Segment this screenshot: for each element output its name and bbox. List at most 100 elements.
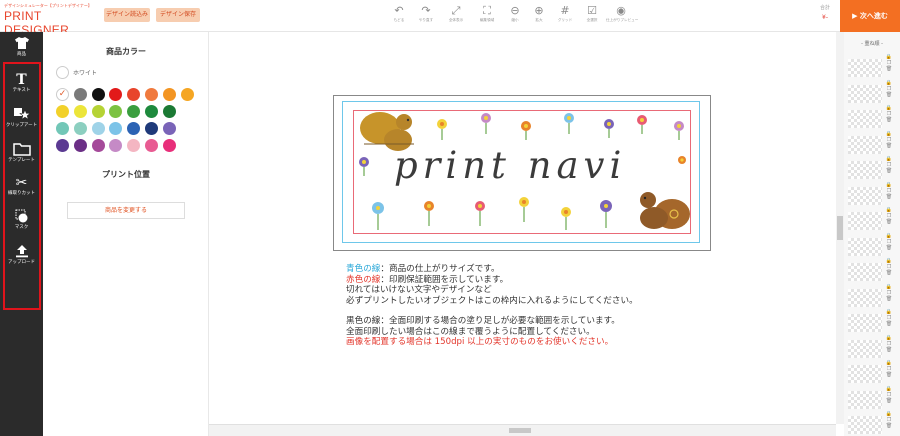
select-all-icon: ☑: [587, 4, 597, 17]
layer-controls: 🔒 ❐ 🗑: [885, 360, 893, 378]
preview-button[interactable]: ◉ 仕上がりプレビュー: [606, 4, 638, 22]
layer-controls: 🔒 ❐ 🗑: [885, 131, 893, 149]
color-swatch[interactable]: [73, 139, 87, 152]
trash-icon[interactable]: 🗑: [885, 347, 893, 353]
trash-icon[interactable]: 🗑: [885, 423, 893, 429]
lock-icon[interactable]: 🔒: [885, 182, 893, 188]
select-all-label: 全選択: [586, 18, 598, 22]
layer-thumbnail[interactable]: [848, 263, 882, 281]
fit-screen-button[interactable]: ⤢ 全体表示: [441, 4, 471, 22]
trash-icon[interactable]: 🗑: [885, 398, 893, 404]
lock-icon[interactable]: 🔒: [885, 386, 893, 392]
color-swatch[interactable]: [162, 88, 176, 101]
layer-thumbnail[interactable]: [848, 390, 882, 409]
fit-screen-icon: ⤢: [451, 4, 461, 17]
white-swatch[interactable]: [56, 66, 69, 79]
selected-check-icon[interactable]: ✓: [56, 88, 69, 101]
color-swatch[interactable]: [127, 139, 141, 152]
layer-thumbnail[interactable]: [848, 84, 882, 103]
lock-icon[interactable]: 🔒: [885, 80, 893, 86]
color-swatch[interactable]: [145, 139, 158, 152]
color-swatch[interactable]: [91, 139, 105, 152]
layer-thumbnail[interactable]: [848, 212, 882, 230]
layer-thumbnail[interactable]: [848, 288, 882, 307]
grid-label: グリッド: [557, 18, 573, 22]
layer-thumbnail[interactable]: [848, 135, 882, 154]
layer-thumbnail[interactable]: [848, 186, 882, 205]
layer-controls: 🔒 ❐ 🗑: [885, 156, 893, 174]
design-canvas[interactable]: print navi 青色の線：商品の仕上がりサイズです。 赤色の線：印刷保証範…: [209, 32, 836, 424]
trash-icon[interactable]: 🗑: [885, 245, 893, 251]
color-swatch[interactable]: [109, 105, 123, 118]
color-swatch[interactable]: [127, 122, 141, 135]
vertical-scroll-thumb[interactable]: [837, 216, 843, 240]
vertical-scrollbar[interactable]: [836, 32, 844, 424]
color-swatch[interactable]: [127, 88, 141, 101]
trash-icon[interactable]: 🗑: [885, 219, 893, 225]
lock-icon[interactable]: 🔒: [885, 131, 893, 137]
select-all-button[interactable]: ☑ 全選択: [577, 4, 607, 22]
sidebar-item-product[interactable]: 商品: [0, 36, 43, 58]
color-swatch[interactable]: [73, 122, 87, 135]
trash-icon[interactable]: 🗑: [885, 117, 893, 123]
layer-thumbnail[interactable]: [848, 59, 882, 77]
layer-thumbnail[interactable]: [848, 237, 882, 256]
layer-thumbnail[interactable]: [848, 365, 882, 383]
design-load-button[interactable]: デザイン読込み: [104, 8, 150, 22]
note-line-6: 全面印刷したい場合はこの線まで覆うように配置してください。: [346, 326, 595, 337]
color-swatch[interactable]: [91, 122, 105, 135]
layer-thumbnail[interactable]: [848, 416, 882, 434]
trash-icon[interactable]: 🗑: [885, 66, 893, 72]
total-price: ¥-: [822, 14, 828, 21]
layer-controls: 🔒 ❐ 🗑: [885, 80, 893, 98]
trash-icon[interactable]: 🗑: [885, 372, 893, 378]
color-swatch[interactable]: [73, 105, 87, 118]
undo-button[interactable]: ↶ もどる: [384, 4, 414, 22]
product-color-panel: 商品カラー ホワイト ✓ プリント位置 商品を変更する: [43, 32, 209, 436]
color-swatch[interactable]: [56, 122, 69, 135]
next-step-button[interactable]: ▶ 次へ進む: [840, 0, 900, 32]
edit-area-button[interactable]: ⛶ 編集領域: [472, 4, 502, 22]
color-swatch[interactable]: [162, 139, 176, 152]
lock-icon[interactable]: 🔒: [885, 284, 893, 290]
design-save-button[interactable]: デザイン保存: [156, 8, 200, 22]
color-swatch[interactable]: [56, 105, 69, 118]
print-area[interactable]: print navi: [333, 95, 711, 251]
color-swatch[interactable]: [56, 139, 69, 152]
color-swatch[interactable]: [145, 105, 158, 118]
layer-thumbnail[interactable]: [848, 314, 882, 332]
color-swatch[interactable]: [162, 122, 176, 135]
trash-icon[interactable]: 🗑: [885, 194, 893, 200]
change-product-button[interactable]: 商品を変更する: [67, 202, 185, 219]
grid-button[interactable]: # グリッド: [550, 4, 580, 22]
color-swatch[interactable]: [127, 105, 141, 118]
design-text[interactable]: print navi: [394, 144, 626, 187]
lock-icon[interactable]: 🔒: [885, 233, 893, 239]
lock-icon[interactable]: 🔒: [885, 335, 893, 341]
trash-icon[interactable]: 🗑: [885, 296, 893, 302]
color-swatch[interactable]: [109, 122, 123, 135]
trash-icon[interactable]: 🗑: [885, 92, 893, 98]
color-swatch[interactable]: [145, 88, 158, 101]
color-swatch[interactable]: [145, 122, 158, 135]
horizontal-scrollbar[interactable]: [209, 424, 836, 436]
layer-thumbnail[interactable]: [848, 339, 882, 358]
color-swatch[interactable]: [73, 88, 87, 101]
total-label: 合計: [819, 5, 830, 11]
color-swatch[interactable]: [162, 105, 176, 118]
trash-icon[interactable]: 🗑: [885, 168, 893, 174]
color-swatch[interactable]: [91, 105, 105, 118]
trash-icon[interactable]: 🗑: [885, 270, 893, 276]
redo-button[interactable]: ↷ やり直す: [411, 4, 441, 22]
color-swatch[interactable]: [109, 88, 123, 101]
undo-icon: ↶: [394, 4, 404, 17]
color-swatch[interactable]: [109, 139, 123, 152]
layer-thumbnail[interactable]: [848, 161, 882, 179]
fit-screen-label: 全体表示: [448, 18, 464, 22]
color-swatch[interactable]: [180, 88, 194, 101]
horizontal-scroll-thumb[interactable]: [509, 428, 531, 433]
layer-thumbnail[interactable]: [848, 110, 882, 128]
trash-icon[interactable]: 🗑: [885, 321, 893, 327]
trash-icon[interactable]: 🗑: [885, 143, 893, 149]
color-swatch[interactable]: [91, 88, 105, 101]
